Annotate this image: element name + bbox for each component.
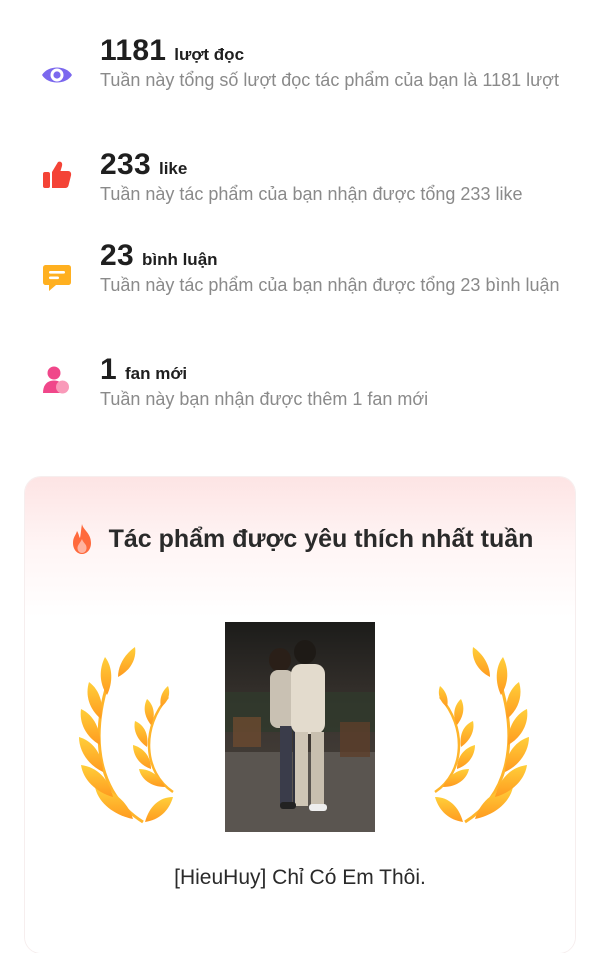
- stat-unit: like: [158, 159, 188, 178]
- stat-value: 233: [100, 148, 151, 181]
- stat-value: 1181: [100, 34, 167, 67]
- comment-icon: [40, 261, 74, 295]
- user-icon: [40, 363, 74, 397]
- stat-value: 1: [100, 353, 117, 386]
- stat-description: Tuần này tác phẩm của bạn nhận được tổng…: [100, 184, 523, 204]
- stat-description: Tuần này bạn nhận được thêm 1 fan mới: [100, 389, 429, 409]
- stat-unit: bình luận: [141, 250, 218, 269]
- thumbs-up-icon: [40, 158, 74, 192]
- stat-unit: lượt đọc: [174, 45, 245, 64]
- fire-icon: [72, 524, 91, 554]
- favorite-work-card: Tác phẩm được yêu thích nhất tuần [HieuH…: [25, 477, 575, 953]
- stat-value: 23: [100, 239, 134, 272]
- book-title-link[interactable]: [HieuHuy] Chỉ Có Em Thôi.: [25, 866, 575, 890]
- stat-description: Tuần này tổng số lượt đọc tác phẩm của b…: [100, 70, 559, 90]
- laurel-right-icon: [434, 647, 529, 824]
- card-header: Tác phẩm được yêu thích nhất tuần: [25, 523, 575, 555]
- card-title: Tác phẩm được yêu thích nhất tuần: [108, 524, 534, 553]
- stat-unit: fan mới: [125, 364, 188, 383]
- eye-icon: [40, 58, 74, 92]
- book-cover-image[interactable]: [225, 622, 375, 832]
- stat-description: Tuần này tác phẩm của bạn nhận được tổng…: [100, 275, 560, 295]
- laurel-left-icon: [79, 647, 174, 824]
